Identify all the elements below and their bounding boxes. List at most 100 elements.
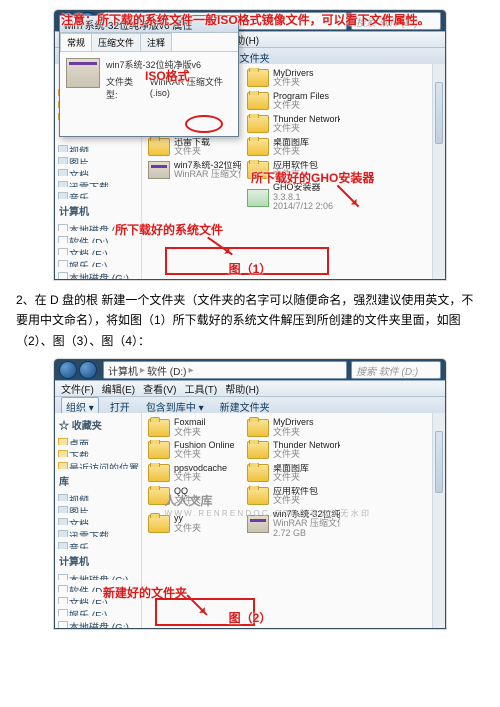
instruction-step-2: 2、在 D 盘的根 新建一个文件夹（文件夹的名字可以随便命名，强烈建议使用英文，… bbox=[16, 290, 484, 351]
file-item[interactable]: QQ文件夹 bbox=[146, 486, 243, 507]
file-item[interactable]: MyDrivers文件夹 bbox=[245, 417, 342, 438]
annotation-iso: ISO格式 bbox=[145, 67, 190, 84]
address-bar[interactable]: 计算机 ▸ 软件 (D:) ▸ bbox=[103, 361, 347, 379]
file-labels: 应用软件包文件夹 bbox=[273, 487, 318, 506]
folder-icon bbox=[247, 464, 269, 482]
folder-icon bbox=[148, 515, 170, 533]
menu-file[interactable]: 文件(F) bbox=[61, 381, 94, 396]
file-item[interactable]: 桌面图库文件夹 bbox=[245, 463, 342, 484]
menu-bar: 文件(F) 编辑(E) 查看(V) 工具(T) 帮助(H) bbox=[55, 380, 445, 397]
file-labels: win7系统-32位纯净版v6WinRAR 压缩文件2.72 GB bbox=[273, 510, 340, 538]
file-labels: 迅雷下载文件夹 bbox=[174, 138, 210, 157]
menu-view[interactable]: 查看(V) bbox=[143, 381, 176, 396]
file-labels: MyDrivers文件夹 bbox=[273, 418, 314, 437]
chevron-right-icon: ▸ bbox=[188, 365, 193, 376]
rar-icon bbox=[148, 161, 170, 179]
file-item[interactable]: Foxmail文件夹 bbox=[146, 417, 243, 438]
annotation-circle bbox=[185, 115, 223, 133]
folder-icon bbox=[247, 115, 269, 133]
sidebar-favorites-header: ☆ 收藏夹 bbox=[55, 413, 141, 433]
folder-icon bbox=[247, 92, 269, 110]
sidebar-item[interactable]: 桌面 bbox=[55, 433, 141, 445]
sidebar-item[interactable]: 本地磁盘 (G:) bbox=[55, 267, 141, 279]
sidebar-item[interactable]: 音乐 bbox=[55, 187, 141, 199]
file-labels: ppsvodcache文件夹 bbox=[174, 464, 227, 483]
sidebar-item[interactable]: 本地磁盘 (G:) bbox=[55, 616, 141, 628]
folder-icon bbox=[148, 487, 170, 505]
folder-icon bbox=[148, 419, 170, 437]
file-labels: Thunder Network文件夹 bbox=[273, 115, 340, 134]
rar-icon bbox=[66, 58, 100, 88]
sidebar-item[interactable]: 视频 bbox=[55, 489, 141, 501]
file-labels: 桌面图库文件夹 bbox=[273, 138, 309, 157]
sidebar-item[interactable]: 音乐 bbox=[55, 537, 141, 549]
file-labels: yy文件夹 bbox=[174, 514, 201, 533]
sidebar-item[interactable]: 下载 bbox=[55, 445, 141, 457]
annotation-top: 注意：所下载的系统文件一般ISO格式镜像文件，可以看下文件属性。 bbox=[61, 13, 433, 29]
file-item[interactable]: 应用软件包文件夹 bbox=[245, 486, 342, 507]
tab-archive[interactable]: 压缩文件 bbox=[91, 33, 141, 51]
folder-icon bbox=[247, 69, 269, 87]
sidebar-item[interactable]: 娱乐 (F:) bbox=[55, 604, 141, 616]
file-item[interactable]: yy文件夹 bbox=[146, 509, 243, 539]
file-item[interactable]: win7系统-32位纯净版v6WinRAR 压缩文件2.72 GB bbox=[245, 509, 342, 539]
window-titlebar: 计算机 ▸ 软件 (D:) ▸ 搜索 软件 (D:) bbox=[55, 360, 445, 380]
file-item[interactable]: ppsvodcache文件夹 bbox=[146, 463, 243, 484]
menu-tools[interactable]: 工具(T) bbox=[184, 381, 217, 396]
sidebar-item[interactable]: 文档 (E:) bbox=[55, 243, 141, 255]
screenshot-2: 计算机 ▸ 软件 (D:) ▸ 搜索 软件 (D:) 文件(F) 编辑(E) 查… bbox=[54, 359, 446, 629]
sidebar-computer-header: 计算机 bbox=[55, 549, 141, 569]
annotation-sys: 所下载好的系统文件 bbox=[115, 221, 223, 238]
file-labels: 桌面图库文件夹 bbox=[273, 464, 309, 483]
figure-caption-2: 图（2） bbox=[229, 609, 272, 626]
scrollbar[interactable] bbox=[432, 64, 445, 279]
search-input[interactable]: 搜索 软件 (D:) bbox=[351, 361, 441, 379]
sidebar-item[interactable]: 图片 bbox=[55, 152, 141, 164]
file-item[interactable]: Thunder Network文件夹 bbox=[245, 114, 342, 135]
type-label: 文件类型: bbox=[106, 75, 144, 101]
file-item[interactable]: MyDrivers文件夹 bbox=[245, 68, 342, 89]
file-item[interactable]: win7系统-32位纯净版v6WinRAR 压缩文件 bbox=[146, 160, 243, 181]
file-labels: Program Files文件夹 bbox=[273, 92, 329, 111]
folder-icon bbox=[247, 487, 269, 505]
menu-help[interactable]: 帮助(H) bbox=[225, 381, 259, 396]
breadcrumb-part[interactable]: 软件 (D:) bbox=[147, 363, 186, 378]
forward-button[interactable] bbox=[79, 361, 97, 379]
figure-caption-1: 图（1） bbox=[229, 260, 272, 277]
sidebar-item[interactable]: 文档 bbox=[55, 164, 141, 176]
menu-edit[interactable]: 编辑(E) bbox=[102, 381, 135, 396]
folder-icon bbox=[148, 464, 170, 482]
file-item[interactable]: 迅雷下载文件夹 bbox=[146, 137, 243, 158]
document-page: 计算机 ▸ 软件 (D:) ▸ 搜索 软件 (D:) 文件(F) 编辑(E) 查… bbox=[0, 0, 500, 629]
file-item[interactable]: GHO安装器3.3.8.12014/7/12 2:06 bbox=[245, 182, 342, 212]
sidebar-item[interactable]: 娱乐 (F:) bbox=[55, 255, 141, 267]
scrollbar[interactable] bbox=[432, 413, 445, 628]
sidebar-item[interactable]: 文档 bbox=[55, 513, 141, 525]
breadcrumb-part[interactable]: 计算机 bbox=[108, 363, 138, 378]
folder-icon bbox=[148, 138, 170, 156]
file-item[interactable]: Fushion Online文件夹 bbox=[146, 440, 243, 461]
sidebar-item[interactable]: 迅雷下载 bbox=[55, 525, 141, 537]
sidebar-item[interactable]: 图片 bbox=[55, 501, 141, 513]
sidebar-item[interactable]: 本地磁盘 (C:) bbox=[55, 569, 141, 581]
folder-icon bbox=[247, 138, 269, 156]
file-item[interactable]: Thunder Network文件夹 bbox=[245, 440, 342, 461]
annotation-gho: 所下载好的GHO安装器 bbox=[251, 169, 374, 186]
file-labels: MyDrivers文件夹 bbox=[273, 69, 314, 88]
screenshot-1: 计算机 ▸ 软件 (D:) ▸ 搜索 软件 (D:) 文件(F) 编辑(E) 查… bbox=[54, 10, 446, 280]
tab-general[interactable]: 常规 bbox=[60, 33, 92, 51]
tab-comment[interactable]: 注释 bbox=[140, 33, 172, 51]
back-button[interactable] bbox=[59, 361, 77, 379]
folder-icon bbox=[148, 441, 170, 459]
sidebar-item[interactable]: 最近访问的位置 bbox=[55, 457, 141, 469]
exe-icon bbox=[247, 189, 269, 207]
sidebar-computer-header: 计算机 bbox=[55, 199, 141, 219]
sidebar-item[interactable]: 迅雷下载 bbox=[55, 176, 141, 188]
sidebar-libraries-header: 库 bbox=[55, 469, 141, 489]
file-item[interactable]: Program Files文件夹 bbox=[245, 91, 342, 112]
file-item[interactable]: 桌面图库文件夹 bbox=[245, 137, 342, 158]
sidebar-item[interactable]: 视频 bbox=[55, 140, 141, 152]
folder-icon bbox=[247, 419, 269, 437]
chevron-right-icon: ▸ bbox=[140, 365, 145, 376]
dialog-tabs: 常规 压缩文件 注释 bbox=[60, 33, 238, 52]
